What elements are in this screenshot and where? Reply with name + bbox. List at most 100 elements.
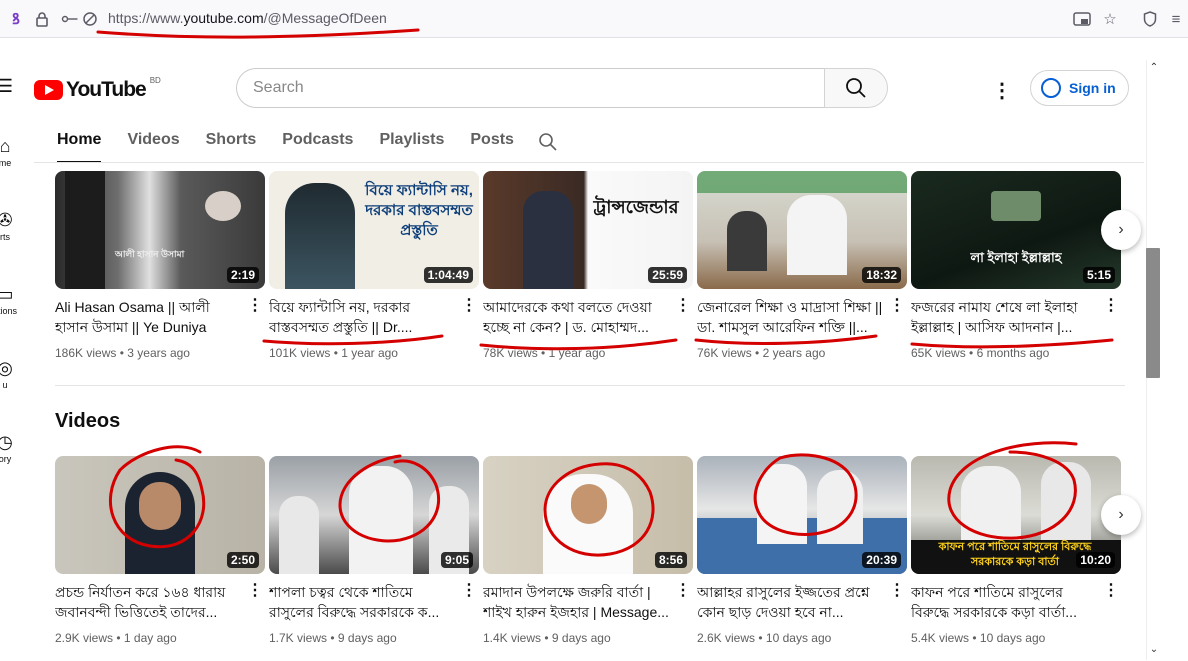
scrollbar-thumb[interactable] (1146, 248, 1160, 378)
lock-icon[interactable] (32, 9, 52, 29)
section-divider (55, 385, 1125, 386)
video-meta: 101K views • 1 year ago (269, 346, 398, 360)
meta-separator: • (116, 631, 121, 645)
video-title[interactable]: রমাদান উপলক্ষে জরুরি বার্তা | শাইখ হারুন… (483, 582, 669, 622)
extensions-menu-icon[interactable]: ≡ (1166, 9, 1186, 29)
upload-age: 1 day ago (123, 631, 177, 645)
video-meta: 76K views • 2 years ago (697, 346, 825, 360)
search-button[interactable] (824, 68, 888, 108)
extension-icon[interactable]: ꝸ (6, 9, 26, 29)
tab-shorts[interactable]: Shorts (206, 131, 257, 161)
video-meta: 2.9K views • 1 day ago (55, 631, 177, 645)
home-icon: ⌂ (0, 136, 11, 156)
upload-age: 9 days ago (551, 631, 611, 645)
video-card[interactable]: আলী হাসান উসামা 2:19 Ali Hasan Osama || … (55, 171, 265, 360)
more-actions-icon[interactable]: ⋮ (247, 580, 263, 600)
more-actions-icon[interactable]: ⋮ (247, 295, 263, 315)
more-actions-icon[interactable]: ⋮ (675, 580, 691, 600)
account-icon (1041, 78, 1061, 98)
video-card[interactable]: 18:32 জেনারেল শিক্ষা ও মাদ্রাসা শিক্ষা |… (697, 171, 907, 360)
meta-separator: • (758, 631, 763, 645)
video-meta: 2.6K views • 10 days ago (697, 631, 831, 645)
tab-podcasts[interactable]: Podcasts (282, 131, 353, 161)
browser-toolbar: ꝸ https://www.youtube.com/@MessageOfDeen… (0, 0, 1188, 38)
video-title[interactable]: প্রচন্ড নির্যাতন করে ১৬৪ ধারায় জবানবন্দ… (55, 582, 241, 622)
scroll-down-icon[interactable]: ⌄ (1148, 644, 1160, 655)
youtube-logo[interactable]: YouTube BD (34, 76, 161, 102)
video-card[interactable]: লা ইলাহা ইল্লাল্লাহ 5:15 ফজরের নামায শেষ… (911, 171, 1121, 360)
video-thumbnail[interactable]: 8:56 (483, 456, 693, 574)
video-card[interactable]: ট্রান্সজেন্ডার 25:59 আমাদেরকে কথা বলতে দ… (483, 171, 693, 360)
address-bar[interactable]: https://www.youtube.com/@MessageOfDeen (108, 10, 387, 26)
video-card[interactable]: 20:39 আল্লাহর রাসুলের ইজ্জতের প্রশ্নে কো… (697, 456, 907, 645)
video-card[interactable]: বিয়ে ফ্যান্টাসি নয়, দরকার বাস্তবসম্মত … (269, 171, 479, 360)
section-title: Videos (55, 410, 121, 432)
video-thumbnail[interactable]: লা ইলাহা ইল্লাল্লাহ 5:15 (911, 171, 1121, 289)
video-card[interactable]: কাফন পরে শাতিমে রাসুলের বিরুদ্ধে সরকারকে… (911, 456, 1121, 645)
meta-separator: • (541, 346, 546, 360)
more-actions-icon[interactable]: ⋮ (461, 580, 477, 600)
tab-posts[interactable]: Posts (470, 131, 514, 161)
video-title[interactable]: Ali Hasan Osama || আলী হাসান উসামা || Ye… (55, 297, 241, 337)
tracking-protection-icon[interactable] (80, 9, 100, 29)
nav-item-shorts[interactable]: ✇ rts (0, 210, 20, 242)
view-count: 76K views (697, 346, 752, 360)
video-title[interactable]: শাপলা চত্বর থেকে শাতিমে রাসুলের বিরুদ্ধে… (269, 582, 455, 622)
nav-item-you[interactable]: ◎ u (0, 358, 20, 390)
video-duration: 1:04:49 (423, 267, 473, 283)
more-actions-icon[interactable]: ⋮ (675, 295, 691, 315)
more-actions-icon[interactable]: ⋮ (889, 580, 905, 600)
bookmark-star-icon[interactable]: ☆ (1100, 9, 1120, 29)
video-title[interactable]: আল্লাহর রাসুলের ইজ্জতের প্রশ্নে কোন ছাড়… (697, 582, 883, 622)
video-card[interactable]: 2:50 প্রচন্ড নির্যাতন করে ১৬৪ ধারায় জবা… (55, 456, 265, 645)
nav-item-history[interactable]: ◷ ory (0, 432, 20, 464)
video-duration: 10:20 (1076, 552, 1115, 568)
settings-more-icon[interactable]: ⋮ (992, 78, 1012, 103)
search-input[interactable]: Search (236, 68, 825, 108)
view-count: 2.6K views (697, 631, 756, 645)
more-actions-icon[interactable]: ⋮ (889, 295, 905, 315)
video-thumbnail[interactable]: 2:50 (55, 456, 265, 574)
video-title[interactable]: জেনারেল শিক্ষা ও মাদ্রাসা শিক্ষা || ডা. … (697, 297, 883, 337)
video-title[interactable]: আমাদেরকে কথা বলতে দেওয়া হচ্ছে না কেন? |… (483, 297, 669, 337)
nav-item-subscriptions[interactable]: ▭ ptions (0, 284, 20, 316)
video-title[interactable]: কাফন পরে শাতিমে রাসুলের বিরুদ্ধে সরকারকে… (911, 582, 1097, 622)
video-thumbnail[interactable]: আলী হাসান উসামা 2:19 (55, 171, 265, 289)
video-duration: 2:19 (226, 267, 259, 283)
permissions-icon[interactable] (60, 9, 80, 29)
nav-item-home[interactable]: ⌂ me (0, 136, 20, 168)
hamburger-menu-icon[interactable]: ☰ (0, 76, 20, 98)
nav-label: ptions (0, 306, 18, 316)
carousel-next-button[interactable]: › (1101, 210, 1141, 250)
video-thumbnail[interactable]: ট্রান্সজেন্ডার 25:59 (483, 171, 693, 289)
upload-age: 10 days ago (765, 631, 832, 645)
scroll-up-icon[interactable]: ⌃ (1148, 62, 1160, 73)
more-actions-icon[interactable]: ⋮ (1103, 295, 1119, 315)
video-title[interactable]: বিয়ে ফ্যান্টাসি নয়, দরকার বাস্তবসম্মত … (269, 297, 455, 337)
video-thumbnail[interactable]: 9:05 (269, 456, 479, 574)
tab-home[interactable]: Home (57, 131, 102, 163)
video-thumbnail[interactable]: বিয়ে ফ্যান্টাসি নয়, দরকার বাস্তবসম্মত … (269, 171, 479, 289)
view-count: 65K views (911, 346, 966, 360)
nav-label: ory (0, 454, 12, 464)
view-count: 2.9K views (55, 631, 114, 645)
more-actions-icon[interactable]: ⋮ (461, 295, 477, 315)
tab-videos[interactable]: Videos (127, 131, 179, 161)
video-thumbnail[interactable]: 20:39 (697, 456, 907, 574)
carousel-next-button[interactable]: › (1101, 495, 1141, 535)
video-thumbnail[interactable]: কাফন পরে শাতিমে রাসুলের বিরুদ্ধে সরকারকে… (911, 456, 1121, 574)
thumbnail-caption: ট্রান্সজেন্ডার (593, 197, 679, 217)
video-title[interactable]: ফজরের নামায শেষে লা ইলাহা ইল্লাল্লাহ | আ… (911, 297, 1097, 337)
tab-playlists[interactable]: Playlists (379, 131, 444, 161)
shield-icon[interactable] (1140, 9, 1160, 29)
sign-in-button[interactable]: Sign in (1030, 70, 1129, 106)
more-actions-icon[interactable]: ⋮ (1103, 580, 1119, 600)
video-thumbnail[interactable]: 18:32 (697, 171, 907, 289)
video-card[interactable]: 8:56 রমাদান উপলক্ষে জরুরি বার্তা | শাইখ … (483, 456, 693, 645)
video-card[interactable]: 9:05 শাপলা চত্বর থেকে শাতিমে রাসুলের বির… (269, 456, 479, 645)
picture-in-picture-icon[interactable] (1072, 9, 1092, 29)
subscriptions-icon: ▭ (0, 284, 14, 304)
channel-search-icon[interactable] (538, 132, 558, 161)
thumbnail-caption: বিয়ে ফ্যান্টাসি নয়, দরকার বাস্তবসম্মত … (365, 182, 473, 239)
url-prefix: https://www. (108, 10, 184, 26)
